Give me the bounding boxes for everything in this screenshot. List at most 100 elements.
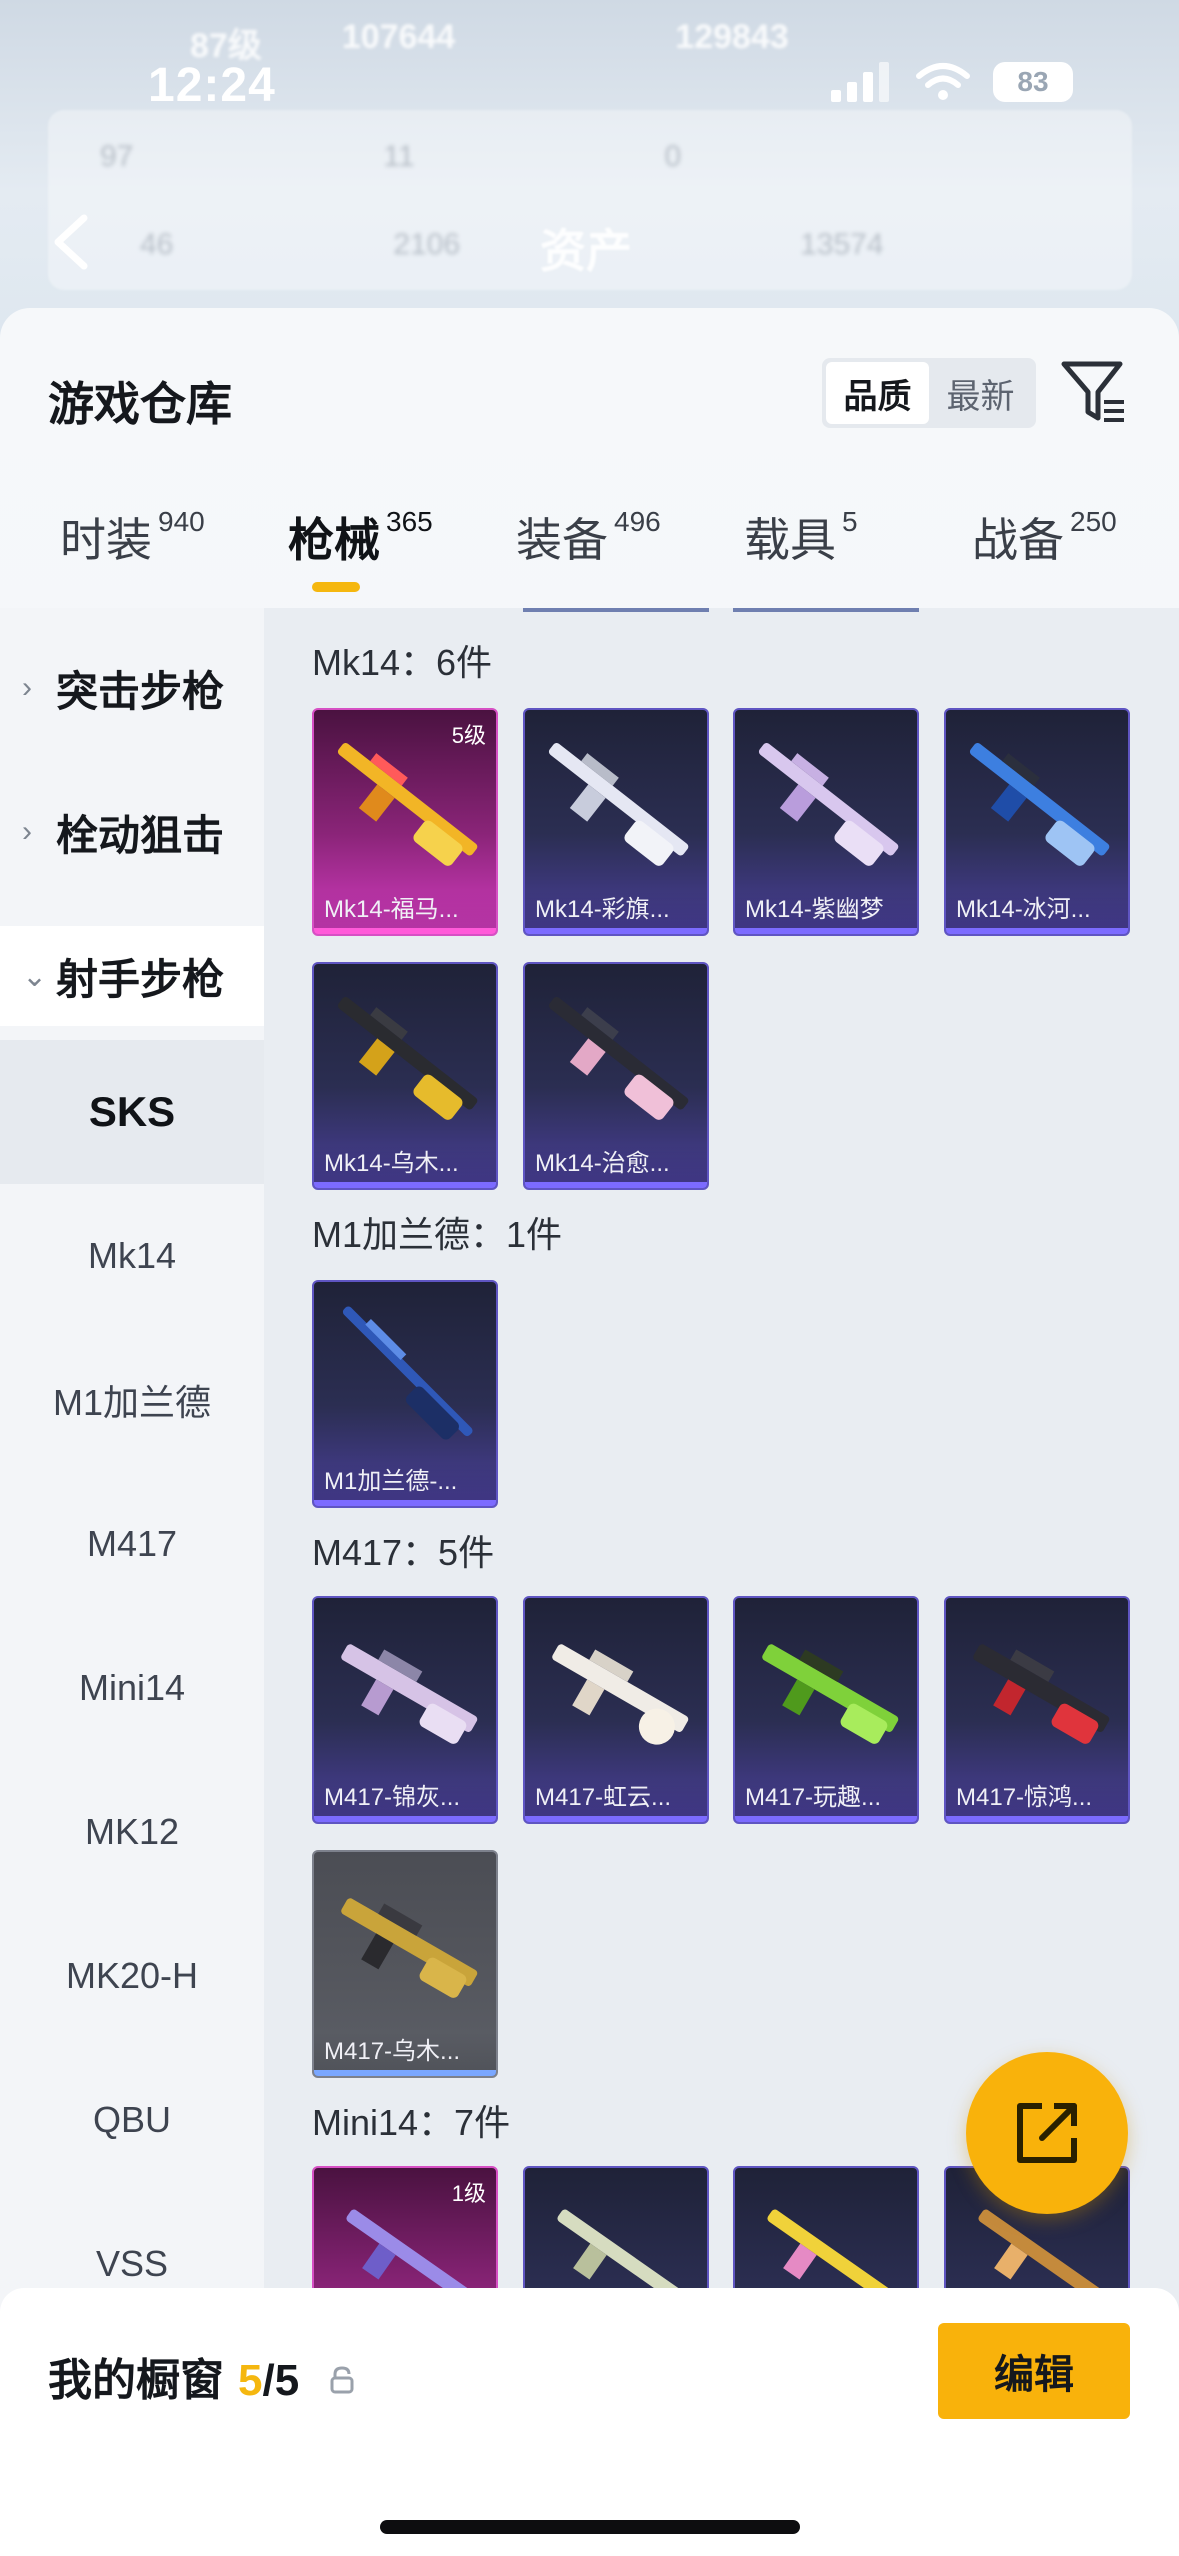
- rarity-bar: [525, 1182, 707, 1188]
- scrolled-item-edge: [733, 608, 919, 612]
- active-tab-indicator: [312, 582, 360, 592]
- bg-row-1: 97 11 0: [100, 140, 681, 174]
- level-badge: 5级: [451, 723, 486, 748]
- battery-icon: 83: [993, 62, 1073, 102]
- item-card[interactable]: M417-虹云...: [523, 1596, 709, 1824]
- home-indicator[interactable]: [380, 2520, 800, 2534]
- item-card[interactable]: Mk14-冰河...: [944, 708, 1130, 936]
- item-card[interactable]: Mk14-乌木...: [312, 962, 498, 1190]
- status-icons: 83: [829, 62, 1073, 102]
- wifi-icon: [916, 63, 970, 100]
- rarity-bar: [946, 928, 1128, 934]
- tab-count: 940: [158, 506, 205, 537]
- rifle-icon: [973, 1644, 1110, 1744]
- sidebar-category-dmr[interactable]: ⌄ 射手步枪: [0, 926, 264, 1026]
- item-card[interactable]: Mk14-紫幽梦: [733, 708, 919, 936]
- sidebar-item-qbu[interactable]: QBU: [0, 2048, 264, 2192]
- background-header: 87级 107644 129843 97 11 0 46 2106 13574 …: [0, 0, 1179, 320]
- rifle-icon: [758, 742, 899, 866]
- chevron-right-icon: ›: [22, 671, 32, 704]
- rifle-icon: [342, 1306, 473, 1440]
- sidebar-category-label: 突击步枪: [56, 667, 225, 715]
- sidebar-item-m417[interactable]: M417: [0, 1472, 264, 1616]
- sort-toggle: 品质 最新: [822, 358, 1036, 428]
- item-card[interactable]: Mk14-彩旗...: [523, 708, 709, 936]
- showcase-total: /5: [262, 2356, 300, 2405]
- sidebar-category-assault-rifle[interactable]: › 突击步枪: [0, 638, 264, 738]
- tab-count: 496: [614, 506, 661, 537]
- rarity-bar: [525, 1816, 707, 1822]
- showcase-label: 我的橱窗: [48, 2356, 224, 2405]
- showcase-bar: 我的橱窗 5 /5 编辑: [0, 2288, 1179, 2556]
- bg-row-value: 2106: [393, 228, 461, 261]
- item-card[interactable]: M417-玩趣...: [733, 1596, 919, 1824]
- tab-gear[interactable]: 装备 496: [516, 504, 661, 570]
- filter-icon[interactable]: [1060, 358, 1128, 428]
- rifle-icon: [548, 742, 689, 866]
- bg-row-value: 11: [383, 140, 415, 173]
- tab-label: 时装: [60, 514, 152, 566]
- bg-row-value: 46: [140, 228, 174, 261]
- tab-label: 战备: [972, 514, 1064, 566]
- tab-supplies[interactable]: 战备 250: [972, 504, 1117, 570]
- bg-row-value: 0: [664, 140, 682, 173]
- rarity-bar: [314, 1500, 496, 1506]
- group-title-m417: M417：5件: [312, 1532, 495, 1573]
- chevron-down-icon: ⌄: [22, 959, 48, 993]
- sidebar-item-mk14[interactable]: Mk14: [0, 1184, 264, 1328]
- status-time: 12:24: [148, 59, 276, 112]
- rarity-bar: [735, 928, 917, 934]
- item-grid: Mk14：6件 5级 Mk14-福马... Mk14-彩旗... Mk14-紫幽…: [264, 608, 1179, 2556]
- group-title-mini14: Mini14：7件: [312, 2102, 511, 2143]
- rifle-icon: [552, 1644, 689, 1745]
- tab-guns[interactable]: 枪械 365: [288, 504, 433, 570]
- sidebar-category-bolt-sniper[interactable]: › 栓动狙击: [0, 782, 264, 882]
- sidebar-category-label: 栓动狙击: [56, 811, 225, 859]
- warehouse-sheet: 游戏仓库 品质 最新 时装 940 枪械 365 装备 496 载具 5 战备 …: [0, 308, 1179, 2556]
- background-stats: 87级 107644 129843: [190, 18, 789, 67]
- chevron-right-icon: ›: [22, 815, 32, 848]
- sidebar-item-m1-garand[interactable]: M1加兰德: [0, 1328, 264, 1472]
- share-button[interactable]: [966, 2052, 1128, 2214]
- sidebar-item-mk12[interactable]: MK12: [0, 1760, 264, 1904]
- rarity-bar: [314, 2070, 496, 2076]
- tab-label: 载具: [744, 514, 836, 566]
- rarity-bar: [314, 928, 496, 934]
- back-icon[interactable]: [48, 212, 96, 272]
- edit-showcase-button[interactable]: 编辑: [938, 2323, 1130, 2419]
- bg-stat-b: 129843: [675, 18, 789, 56]
- share-icon: [1017, 2103, 1077, 2163]
- rarity-bar: [314, 1816, 496, 1822]
- item-card[interactable]: 5级 Mk14-福马...: [312, 708, 498, 936]
- item-card[interactable]: Mk14-治愈...: [523, 962, 709, 1190]
- tab-vehicles[interactable]: 载具 5: [744, 504, 858, 570]
- item-card[interactable]: M417-惊鸿...: [944, 1596, 1130, 1824]
- rarity-bar: [314, 1182, 496, 1188]
- sidebar-item-mk20h[interactable]: MK20-H: [0, 1904, 264, 2048]
- showcase-info: 我的橱窗 5 /5: [48, 2344, 355, 2408]
- sidebar-item-mini14[interactable]: Mini14: [0, 1616, 264, 1760]
- sort-newest[interactable]: 最新: [929, 362, 1032, 424]
- scrolled-item-edge: [523, 608, 709, 612]
- level-badge: 1级: [451, 2181, 486, 2206]
- item-card[interactable]: M1加兰德-...: [312, 1280, 498, 1508]
- rifle-icon: [762, 1644, 899, 1744]
- category-tabs: 时装 940 枪械 365 装备 496 载具 5 战备 250: [0, 504, 1179, 614]
- rifle-icon: [337, 996, 478, 1120]
- bg-row-value: 97: [100, 140, 134, 173]
- rarity-bar: [946, 1816, 1128, 1822]
- rifle-icon: [341, 1644, 478, 1744]
- sort-quality[interactable]: 品质: [826, 362, 929, 424]
- sidebar-item-sks[interactable]: SKS: [0, 1040, 264, 1184]
- tab-count: 250: [1070, 506, 1117, 537]
- rifle-icon: [548, 996, 689, 1120]
- rifle-icon: [341, 1898, 478, 1998]
- tab-fashion[interactable]: 时装 940: [60, 504, 205, 570]
- tab-count: 365: [386, 506, 433, 537]
- group-title-mk14: Mk14：6件: [312, 642, 493, 683]
- lock-icon: [330, 2366, 354, 2394]
- item-card[interactable]: M417-锦灰...: [312, 1596, 498, 1824]
- bg-row-2: 46 2106 13574: [100, 228, 884, 262]
- item-card[interactable]: M417-乌木...: [312, 1850, 498, 2078]
- sheet-title: 游戏仓库: [48, 378, 232, 430]
